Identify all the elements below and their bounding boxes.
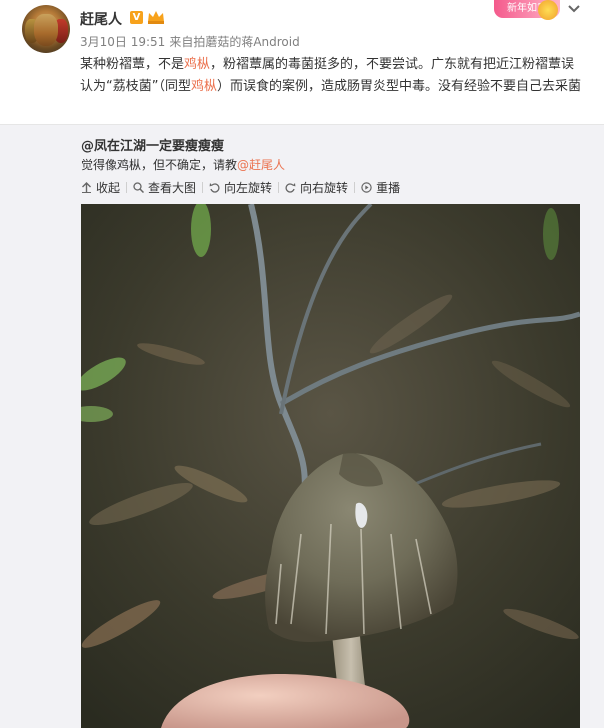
avatar[interactable]: [22, 5, 70, 53]
source-text: 觉得像鸡枞，但不确定，请教@赶尾人: [81, 158, 286, 172]
rotate-right-icon: [285, 182, 296, 193]
mushroom-photo[interactable]: [81, 204, 580, 728]
divider: [354, 181, 356, 193]
replay-icon: [361, 181, 372, 193]
post-source[interactable]: 拍蘑菇的蒋Android: [193, 35, 299, 49]
repost-section: @凤在江湖一定要瘦瘦瘦 觉得像鸡枞，但不确定，请教@赶尾人 收起 查看大图 向左…: [0, 124, 604, 728]
post-text: 某种粉褶蕈，不是鸡枞，粉褶蕈属的毒菌挺多的，不要尝试。广东就有把近江粉褶蕈误认为…: [80, 57, 582, 94]
topic-link[interactable]: 鸡枞: [191, 79, 217, 94]
chevron-down-icon[interactable]: [567, 4, 581, 14]
collapse-arrow-icon: [82, 181, 91, 193]
post-meta: 3月10日 19:51 来自拍蘑菇的蒋Android: [80, 33, 304, 50]
weibo-post: 赶尾人 V 新年如意 3月10日 19:51 来自拍蘑菇的蒋Android 某种粉…: [0, 0, 604, 124]
promo-icon: [538, 0, 558, 20]
crown-icon: [148, 11, 164, 24]
mushroom-photo-image: [81, 204, 580, 728]
divider: [202, 181, 204, 193]
rotate-left-icon: [209, 182, 220, 193]
rotate-left-button[interactable]: 向左旋转: [209, 179, 272, 196]
divider: [278, 181, 280, 193]
rotate-right-button[interactable]: 向右旋转: [285, 179, 348, 196]
post-date[interactable]: 3月10日 19:51: [80, 35, 165, 49]
username[interactable]: 赶尾人: [80, 9, 122, 29]
view-large-button[interactable]: 查看大图: [133, 179, 196, 196]
verified-badge-icon: V: [130, 11, 143, 24]
via-label: 来自: [169, 35, 194, 49]
mention-link[interactable]: @赶尾人: [237, 158, 285, 172]
source-username[interactable]: @凤在江湖一定要瘦瘦瘦: [81, 135, 224, 154]
divider: [126, 181, 128, 193]
media-toolbar: 收起 查看大图 向左旋转 向右旋转 重播: [81, 178, 406, 196]
topic-link[interactable]: 鸡枞: [184, 57, 210, 72]
replay-button[interactable]: 重播: [361, 179, 400, 196]
zoom-icon: [133, 181, 145, 193]
collapse-button[interactable]: 收起: [81, 179, 120, 196]
